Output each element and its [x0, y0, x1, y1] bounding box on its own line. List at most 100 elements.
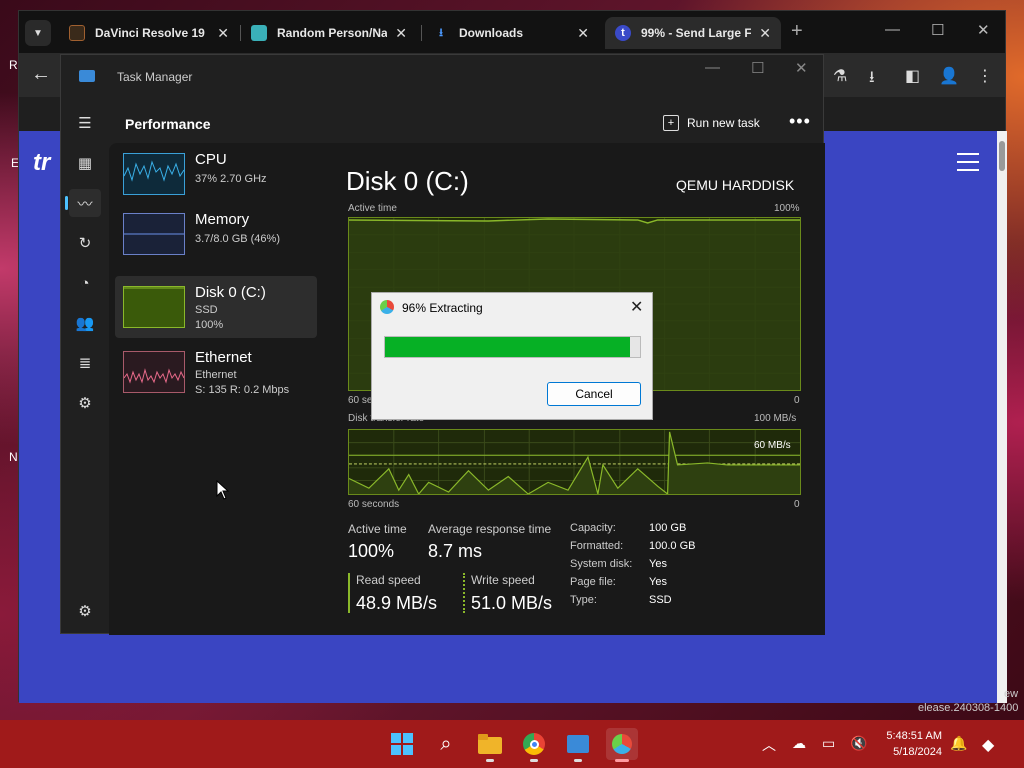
back-arrow-icon[interactable]: ←	[31, 63, 51, 86]
hamburger-menu-icon[interactable]	[957, 153, 979, 177]
window-title: Task Manager	[117, 70, 193, 84]
hamburger-menu-icon[interactable]: ☰	[69, 109, 101, 137]
close-icon[interactable]: ✕	[217, 25, 229, 42]
tab-random-person[interactable]: Random Person/Nam ✕	[241, 17, 417, 49]
stat-label: Read speed	[356, 573, 421, 587]
more-options-icon[interactable]: •••	[789, 111, 811, 132]
run-new-task-button[interactable]: + Run new task	[663, 115, 760, 131]
tab-label: Random Person/Nam	[277, 26, 388, 40]
details-icon[interactable]: ≣	[69, 349, 101, 377]
sidebar-item-memory[interactable]: Memory 3.7/8.0 GB (46%)	[115, 203, 317, 265]
cancel-button[interactable]: Cancel	[547, 382, 641, 406]
clock-time: 5:48:51 AM	[886, 730, 942, 742]
tab-label: 99% - Send Large Fil	[641, 26, 752, 40]
clock-date: 5/18/2024	[893, 746, 942, 758]
property-value: 100.0 GB	[649, 540, 696, 552]
property-label: System disk:	[570, 558, 633, 570]
chevron-down-icon: ▼	[33, 27, 43, 39]
graph-marker-label: 60 MB/s	[754, 440, 791, 451]
users-icon[interactable]: 👥	[69, 309, 101, 337]
system-clock[interactable]: 5:48:51 AM 5/18/2024	[872, 728, 942, 760]
sidebar-item-label: Memory	[195, 211, 250, 228]
property-label: Type:	[570, 594, 597, 606]
background-text: elease.240308-1400	[918, 702, 1019, 714]
app-history-icon[interactable]: ↻	[69, 229, 101, 257]
memory-thumbnail-graph	[123, 213, 185, 255]
start-button[interactable]	[386, 728, 418, 760]
graph-min-label: 0	[794, 395, 800, 406]
close-icon[interactable]: ✕	[630, 297, 643, 317]
notification-bell-icon[interactable]: 🔔	[950, 735, 967, 752]
desktop-label: R	[9, 58, 18, 72]
davinci-icon	[69, 25, 85, 41]
graph-min-label: 0	[794, 499, 800, 510]
sidebar-item-label: CPU	[195, 151, 227, 168]
page-scrollbar[interactable]	[997, 131, 1007, 703]
profile-icon[interactable]: 👤	[939, 66, 959, 86]
close-window-icon[interactable]: ✕	[795, 59, 808, 77]
maximize-icon[interactable]: ☐	[931, 21, 944, 39]
graph-max-label: 100 MB/s	[754, 413, 797, 424]
mouse-cursor-icon	[216, 480, 230, 500]
labs-flask-icon[interactable]: ⚗	[833, 66, 847, 86]
transfer-rate-graph	[348, 429, 801, 495]
startup-apps-icon[interactable]: ◔	[69, 269, 101, 297]
background-text: ew	[1004, 688, 1019, 700]
minimize-icon[interactable]: —	[705, 59, 720, 76]
download-icon[interactable]: ⭳	[869, 66, 875, 93]
task-manager-app-icon	[79, 70, 95, 82]
settings-gear-icon[interactable]: ⚙	[69, 597, 101, 625]
tab-separator	[421, 25, 422, 41]
close-icon[interactable]: ✕	[395, 25, 407, 42]
processes-icon[interactable]: ▦	[69, 149, 101, 177]
tab-label: DaVinci Resolve 19 |	[95, 26, 210, 40]
graph-time-label: 60 seconds	[348, 499, 400, 510]
sidebar-item-cpu[interactable]: CPU 37% 2.70 GHz	[115, 143, 317, 205]
run-task-label: Run new task	[687, 116, 760, 130]
chevron-up-icon[interactable]: ︿	[762, 735, 776, 755]
volume-muted-icon[interactable]: 🔇	[850, 735, 867, 752]
scrollbar-thumb[interactable]	[999, 141, 1005, 171]
minimize-icon[interactable]: —	[885, 21, 900, 38]
graph-max-label: 100%	[774, 203, 800, 214]
read-speed-indicator	[348, 573, 350, 613]
graph-time-label: 60 se	[348, 395, 373, 406]
tab-downloads[interactable]: ⭳ Downloads ✕	[423, 17, 599, 49]
sidebar-item-detail: S: 135 R: 0.2 Mbps	[195, 384, 290, 396]
close-window-icon[interactable]: ✕	[977, 21, 990, 39]
chrome-icon[interactable]	[518, 728, 550, 762]
performance-icon[interactable]: 〰	[65, 189, 101, 217]
tab-send-large-files[interactable]: t 99% - Send Large Fil ✕	[605, 17, 781, 49]
site-logo[interactable]: tr	[33, 149, 50, 177]
stat-value: 8.7 ms	[428, 541, 483, 561]
side-panel-icon[interactable]: ◧	[905, 66, 920, 86]
sidebar-item-detail: 100%	[195, 319, 224, 331]
tab-search-button[interactable]: ▼	[25, 20, 51, 46]
services-icon[interactable]: ⚙	[69, 389, 101, 417]
desktop-label: N	[9, 450, 18, 464]
search-icon[interactable]: ⌕	[430, 728, 462, 760]
maximize-icon[interactable]: ☐	[751, 59, 764, 77]
close-icon[interactable]: ✕	[577, 25, 589, 42]
task-manager-icon[interactable]	[562, 728, 594, 762]
sidebar-item-disk[interactable]: Disk 0 (C:) SSD 100%	[115, 276, 317, 338]
close-icon[interactable]: ✕	[759, 25, 771, 42]
sidebar-item-label: Disk 0 (C:)	[195, 284, 266, 301]
extract-progress-bar	[384, 336, 641, 358]
graph-label: Active time	[348, 203, 397, 214]
kebab-menu-icon[interactable]: ⋮	[977, 66, 993, 86]
new-tab-button[interactable]: +	[791, 20, 803, 43]
navigation-rail: ☰ ▦ 〰 ↻ ◔ 👥 ≣ ⚙ ⚙	[61, 99, 109, 635]
display-icon[interactable]: ▭	[822, 735, 835, 752]
davinci-resolve-icon[interactable]	[606, 728, 638, 762]
file-explorer-icon[interactable]	[474, 728, 506, 762]
tab-davinci[interactable]: DaVinci Resolve 19 | ✕	[59, 17, 239, 49]
stat-label: Average response time	[428, 522, 552, 536]
dialog-title: 96% Extracting	[402, 301, 483, 315]
ethernet-thumbnail-graph	[123, 351, 185, 393]
sidebar-item-ethernet[interactable]: Ethernet Ethernet S: 135 R: 0.2 Mbps	[115, 341, 317, 403]
network-offline-icon[interactable]: ☁	[792, 735, 806, 752]
extracting-dialog: 96% Extracting ✕ Cancel	[371, 292, 653, 420]
transfer-icon: t	[615, 25, 631, 41]
copilot-icon[interactable]: ◆	[982, 735, 994, 755]
